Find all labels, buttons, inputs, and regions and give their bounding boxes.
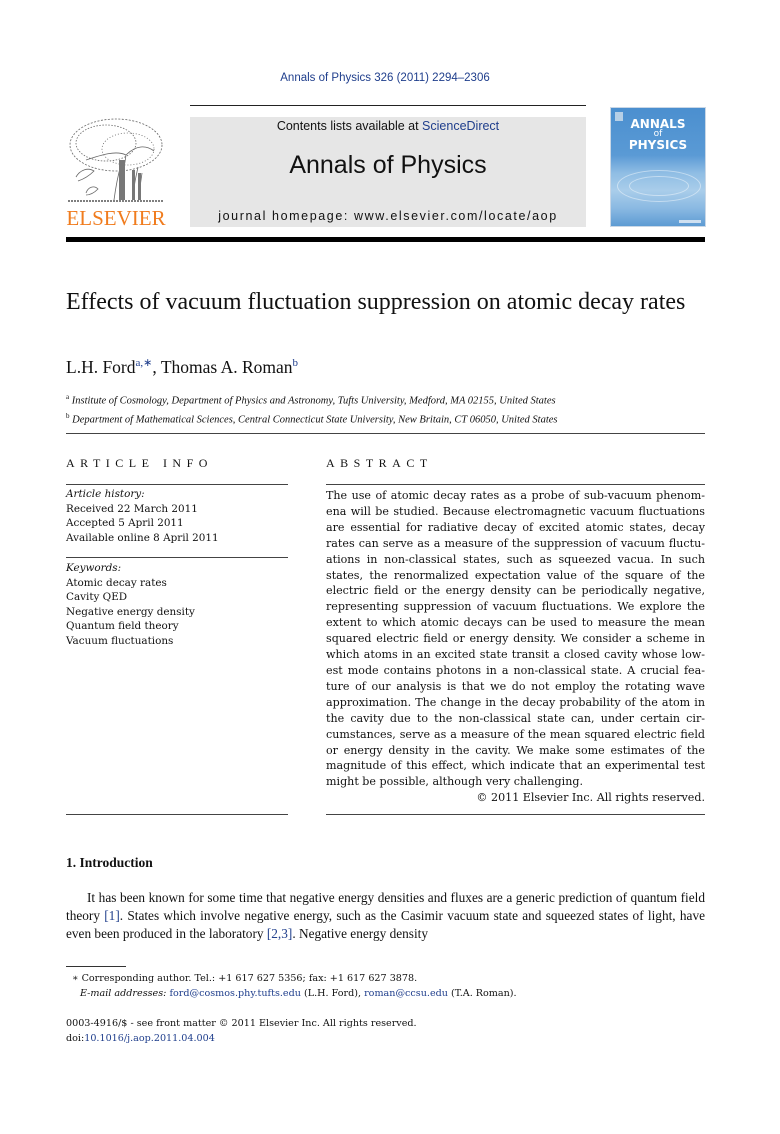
- footnotes: ∗ Corresponding author. Tel.: +1 617 627…: [66, 971, 706, 1001]
- affiliations: a Institute of Cosmology, Department of …: [66, 390, 716, 427]
- doi-prefix: doi:: [66, 1033, 85, 1044]
- keywords: Keywords: Atomic decay rates Cavity QED …: [66, 561, 288, 648]
- issn-line: 0003-4916/$ - see front matter © 2011 El…: [66, 1018, 417, 1029]
- author-ford-marks[interactable]: a,∗: [136, 357, 153, 369]
- history-accepted: Accepted 5 April 2011: [66, 517, 184, 529]
- cover-ripple: [629, 176, 689, 196]
- doi-line: doi:10.1016/j.aop.2011.04.004: [66, 1031, 706, 1046]
- keyword-item[interactable]: Quantum field theory: [66, 619, 288, 634]
- email-link-roman[interactable]: roman@ccsu.edu: [364, 988, 448, 999]
- contents-prefix: Contents lists available at: [276, 119, 423, 133]
- affiliation-b: b Department of Mathematical Sciences, C…: [66, 409, 716, 428]
- journal-masthead: Contents lists available at ScienceDirec…: [190, 117, 586, 227]
- email-owner: (T.A. Roman).: [447, 988, 517, 999]
- cover-title-line3: PHYSICS: [628, 138, 688, 152]
- journal-cover-image[interactable]: ANNALS of PHYSICS: [610, 107, 706, 227]
- email-addresses: E-mail addresses: ford@cosmos.phy.tufts.…: [66, 986, 706, 1001]
- article-history-label: Article history:: [66, 488, 145, 500]
- introduction-paragraph: It has been known for some time that neg…: [66, 889, 705, 943]
- article-title: Effects of vacuum fluctuation suppressio…: [66, 289, 686, 315]
- abstract-heading: ABSTRACT: [326, 456, 433, 470]
- cover-sciencedirect-mark: [679, 220, 701, 223]
- keyword-item[interactable]: Atomic decay rates: [66, 576, 288, 591]
- journal-name: Annals of Physics: [289, 151, 487, 179]
- keywords-rule: [66, 557, 288, 558]
- author-list: L.H. Forda,∗, Thomas A. Romanb: [66, 356, 298, 378]
- sciencedirect-link[interactable]: ScienceDirect: [422, 119, 499, 133]
- elsevier-wordmark: ELSEVIER: [66, 206, 166, 230]
- abstract-text: The use of atomic decay rates as a probe…: [326, 489, 705, 789]
- email-link-ford[interactable]: ford@cosmos.phy.tufts.edu: [169, 988, 301, 999]
- citation-link[interactable]: [2,3]: [267, 926, 292, 941]
- author-separator: ,: [152, 356, 161, 377]
- introduction-body: It has been known for some time that neg…: [66, 889, 705, 943]
- author-roman-marks[interactable]: b: [293, 357, 299, 369]
- author-roman[interactable]: Thomas A. Roman: [161, 357, 293, 377]
- citation-link[interactable]: [1]: [104, 908, 120, 923]
- abstract-bottom-rule: [326, 814, 705, 815]
- journal-citation[interactable]: Annals of Physics 326 (2011) 2294–2306: [0, 72, 770, 84]
- affiliation-text: Department of Mathematical Sciences, Cen…: [72, 414, 558, 425]
- front-matter: 0003-4916/$ - see front matter © 2011 El…: [66, 1016, 706, 1046]
- affiliation-mark: b: [66, 411, 70, 420]
- intro-text: . Negative energy density: [292, 926, 428, 941]
- article-info-bottom-rule: [66, 814, 288, 815]
- cover-title: ANNALS of PHYSICS: [611, 118, 705, 151]
- affiliation-mark: a: [66, 393, 70, 401]
- email-owner: (L.H. Ford),: [300, 988, 365, 999]
- email-label: E-mail addresses:: [80, 988, 167, 999]
- abstract-rule: [326, 484, 705, 485]
- affiliation-a: a Institute of Cosmology, Department of …: [66, 390, 716, 409]
- article-info-rule: [66, 484, 288, 485]
- affiliation-text: Institute of Cosmology, Department of Ph…: [71, 395, 556, 407]
- keyword-item[interactable]: Cavity QED: [66, 590, 288, 605]
- introduction-heading: 1. Introduction: [66, 855, 153, 870]
- elsevier-logo[interactable]: ELSEVIER: [64, 115, 168, 230]
- keyword-item[interactable]: Negative energy density: [66, 605, 288, 620]
- history-received: Received 22 March 2011: [66, 502, 198, 515]
- abstract-copyright: © 2011 Elsevier Inc. All rights reserved…: [476, 791, 705, 804]
- contents-line: Contents lists available at ScienceDirec…: [190, 119, 586, 133]
- keyword-item[interactable]: Vacuum fluctuations: [66, 634, 288, 649]
- article-info-heading: ARTICLE INFO: [66, 456, 213, 470]
- keywords-label: Keywords:: [66, 562, 122, 574]
- article-history: Article history: Received 22 March 2011 …: [66, 487, 288, 545]
- header-rule: [190, 105, 586, 106]
- corresponding-author-note: ∗ Corresponding author. Tel.: +1 617 627…: [72, 973, 418, 984]
- section-divider: [66, 433, 705, 434]
- tree-icon: [68, 118, 164, 202]
- journal-homepage-link[interactable]: journal homepage: www.elsevier.com/locat…: [190, 209, 586, 223]
- history-online: Available online 8 April 2011: [66, 531, 219, 544]
- doi-link[interactable]: 10.1016/j.aop.2011.04.004: [84, 1033, 215, 1044]
- author-ford[interactable]: L.H. Ford: [66, 357, 136, 377]
- footnote-rule: [66, 966, 126, 967]
- masthead-thick-rule: [66, 237, 705, 242]
